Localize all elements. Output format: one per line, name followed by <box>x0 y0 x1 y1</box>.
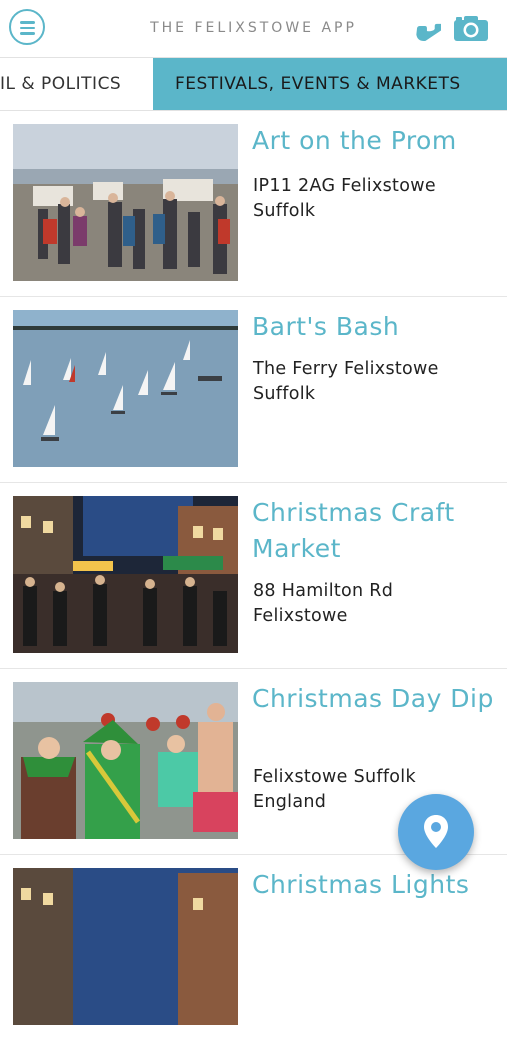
list-item[interactable]: Christmas Craft Market 88 Hamilton Rd Fe… <box>0 483 507 669</box>
app-header: THE FELIXSTOWE APP <box>0 0 507 57</box>
camera-icon[interactable] <box>453 14 489 42</box>
listing-title: Christmas Craft Market <box>252 498 455 563</box>
listing-address: IP11 2AG Felixstowe Suffolk <box>253 176 436 221</box>
map-fab-button[interactable] <box>398 794 474 870</box>
listing-photo <box>13 496 238 653</box>
listing-photo <box>13 124 238 281</box>
tab-festivals-events-markets[interactable]: FESTIVALS, EVENTS & MARKETS <box>153 58 507 110</box>
listing-title: Christmas Day Dip <box>252 684 494 713</box>
listing-address: 88 Hamilton Rd Felixstowe <box>253 581 394 626</box>
listing-photo <box>13 868 238 1025</box>
listing-photo <box>13 682 238 839</box>
tab-politics[interactable]: IL & POLITICS <box>0 58 162 110</box>
list-item[interactable]: Art on the Prom IP11 2AG Felixstowe Suff… <box>0 111 507 297</box>
list-item[interactable]: Christmas Lights <box>0 855 507 1041</box>
map-pin-icon <box>424 815 448 848</box>
listing-title: Christmas Lights <box>252 870 470 899</box>
phone-icon[interactable] <box>403 11 441 45</box>
listing-address: The Ferry Felixstowe Suffolk <box>253 359 439 404</box>
category-tabs: IL & POLITICS FESTIVALS, EVENTS & MARKET… <box>0 57 507 111</box>
list-item[interactable]: Bart's Bash The Ferry Felixstowe Suffolk <box>0 297 507 483</box>
listing-photo <box>13 310 238 467</box>
listing-title: Bart's Bash <box>252 312 400 341</box>
listing-title: Art on the Prom <box>252 126 457 155</box>
